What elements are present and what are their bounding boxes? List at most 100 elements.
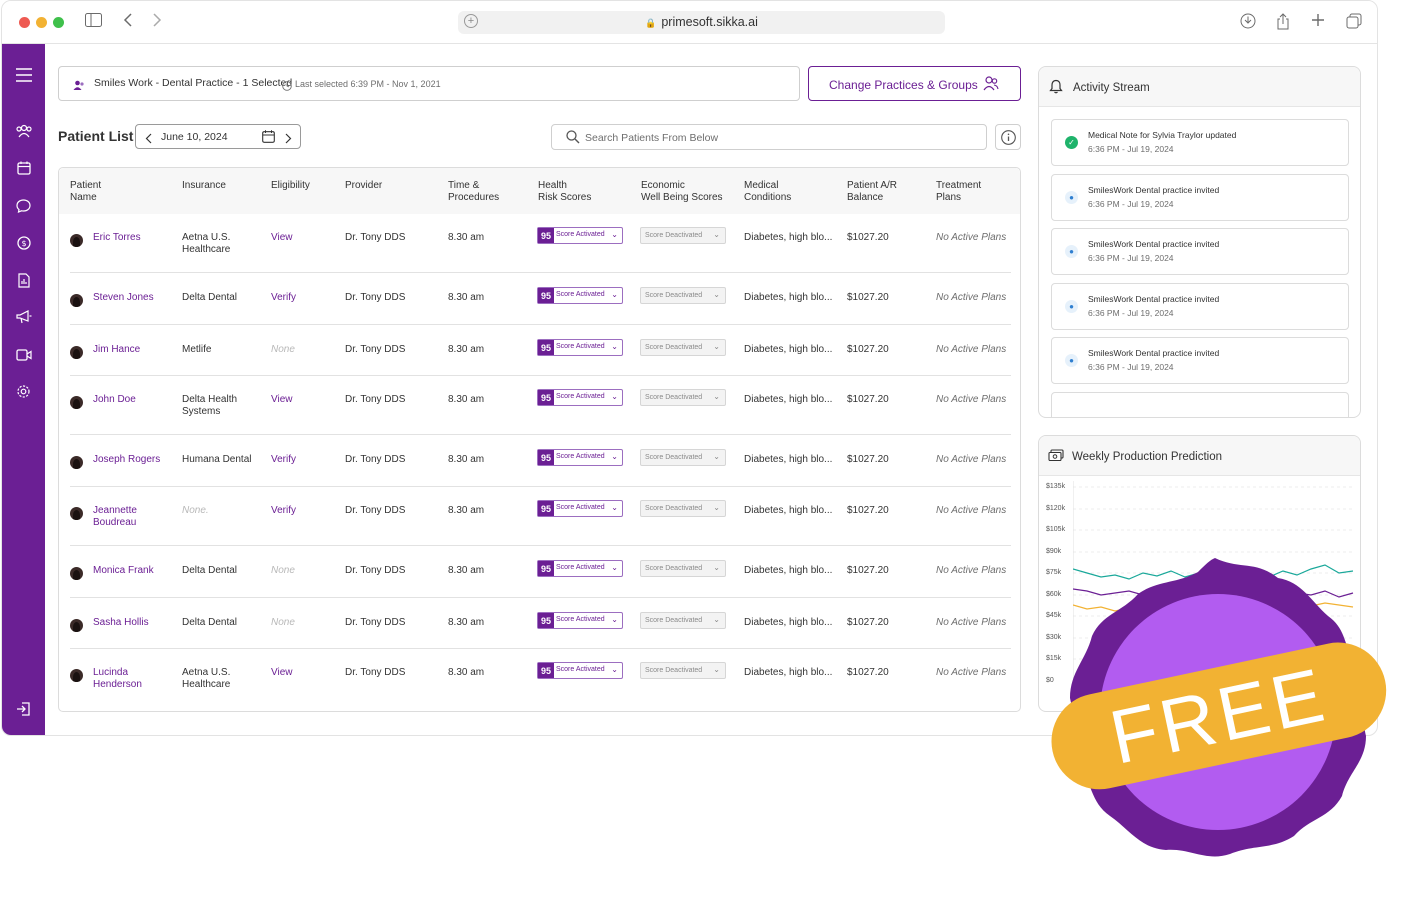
patient-name-link[interactable]: Joseph Rogers — [93, 454, 160, 466]
activity-item-partial[interactable] — [1051, 391, 1349, 417]
time-cell: 8.30 am — [448, 505, 485, 516]
health-risk-score-dropdown[interactable]: 95 Score Activated ⌄ — [537, 612, 623, 629]
info-button[interactable] — [995, 124, 1021, 150]
health-risk-score-dropdown[interactable]: 95 Score Activated ⌄ — [537, 500, 623, 517]
table-row[interactable]: Lucinda Henderson Aetna U.S. Healthcare View… — [59, 649, 1022, 709]
sidebar-toggle-icon[interactable] — [85, 13, 102, 32]
address-bar[interactable]: + 🔒 primesoft.sikka.ai — [458, 11, 945, 34]
table-row[interactable]: Monica Frank Delta Dental None Dr. Tony DDS… — [59, 546, 1022, 598]
eligibility-action[interactable]: Verify — [271, 292, 296, 304]
messages-icon[interactable] — [2, 199, 45, 218]
patient-name-link[interactable]: Jeannette Boudreau — [93, 505, 137, 529]
practice-selector[interactable]: Smiles Work - Dental Practice - 1 Select… — [58, 66, 800, 101]
eligibility-action: None — [271, 344, 295, 355]
economic-score-dropdown[interactable]: Score Deactivated ⌄ — [640, 500, 726, 517]
economic-score-dropdown[interactable]: Score Deactivated ⌄ — [640, 287, 726, 304]
calendar-picker-icon[interactable] — [262, 130, 275, 148]
table-row[interactable]: Jeannette Boudreau None. Verify Dr. Tony DDS… — [59, 487, 1022, 546]
patient-name-link[interactable]: Lucinda Henderson — [93, 667, 142, 691]
eligibility-action[interactable]: Verify — [271, 505, 296, 517]
patient-name-link[interactable]: Jim Hance — [93, 344, 140, 356]
next-day-icon[interactable] — [285, 131, 292, 149]
table-row[interactable]: Joseph Rogers Humana Dental Verify Dr. Tony… — [59, 435, 1022, 487]
economic-score-dropdown[interactable]: Score Deactivated ⌄ — [640, 449, 726, 466]
calendar-icon[interactable] — [2, 161, 45, 180]
header-provider[interactable]: Provider — [345, 180, 382, 192]
health-risk-score-dropdown[interactable]: 95 Score Activated ⌄ — [537, 389, 623, 406]
patient-name-link[interactable]: Monica Frank — [93, 565, 154, 577]
video-icon[interactable] — [2, 348, 45, 366]
header-economic-wellbeing[interactable]: Economic Well Being Scores — [641, 180, 723, 204]
patient-name-link[interactable]: John Doe — [93, 394, 136, 406]
billing-icon[interactable]: $ — [2, 236, 45, 255]
maximize-window-button[interactable] — [53, 17, 64, 28]
economic-score-dropdown[interactable]: Score Deactivated ⌄ — [640, 662, 726, 679]
tabs-overview-icon[interactable] — [1346, 13, 1362, 34]
table-row[interactable]: Sasha Hollis Delta Dental None Dr. Tony DDS… — [59, 598, 1022, 649]
table-row[interactable]: Steven Jones Delta Dental Verify Dr. Tony D… — [59, 273, 1022, 325]
economic-score-dropdown[interactable]: Score Deactivated ⌄ — [640, 612, 726, 629]
patient-name-link[interactable]: Sasha Hollis — [93, 617, 149, 629]
eligibility-action[interactable]: View — [271, 394, 293, 406]
forward-icon[interactable] — [152, 13, 162, 32]
campaigns-icon[interactable] — [2, 310, 45, 329]
balance-cell: $1027.20 — [847, 394, 889, 405]
health-risk-score-dropdown[interactable]: 95 Score Activated ⌄ — [537, 560, 623, 577]
back-icon[interactable] — [123, 13, 133, 32]
prev-day-icon[interactable] — [145, 131, 152, 149]
date-picker[interactable]: June 10, 2024 — [135, 124, 301, 149]
health-risk-score-dropdown[interactable]: 95 Score Activated ⌄ — [537, 449, 623, 466]
y-axis-tick: $120k — [1046, 504, 1066, 512]
y-axis-tick: $135k — [1046, 483, 1066, 490]
logout-icon[interactable] — [2, 702, 45, 721]
close-window-button[interactable] — [19, 17, 30, 28]
activity-item[interactable]: ● SmilesWork Dental practice invited 6:36 … — [1051, 282, 1349, 330]
eligibility-action[interactable]: Verify — [271, 454, 296, 466]
patient-name-link[interactable]: Steven Jones — [93, 292, 154, 304]
reports-icon[interactable] — [2, 273, 45, 293]
table-row[interactable]: Eric Torres Aetna U.S. Healthcare View Dr. T… — [59, 214, 1022, 273]
health-risk-score-dropdown[interactable]: 95 Score Activated ⌄ — [537, 662, 623, 679]
time-cell: 8.30 am — [448, 454, 485, 465]
activity-item[interactable]: ● SmilesWork Dental practice invited 6:36 … — [1051, 173, 1349, 221]
change-practices-button[interactable]: Change Practices & Groups — [808, 66, 1021, 101]
health-risk-score-dropdown[interactable]: 95 Score Activated ⌄ — [537, 287, 623, 304]
patient-name-link[interactable]: Eric Torres — [93, 232, 141, 244]
provider-cell: Dr. Tony DDS — [345, 454, 406, 465]
header-time-procedures[interactable]: Time & Procedures — [448, 180, 499, 204]
header-patient-name[interactable]: Patient Name — [70, 180, 101, 204]
header-ar-balance[interactable]: Patient A/R Balance — [847, 180, 897, 204]
activity-item[interactable]: ✓ Medical Note for Sylvia Traylor updated… — [1051, 119, 1349, 166]
chevron-down-icon: ⌄ — [713, 503, 720, 512]
table-row[interactable]: John Doe Delta Health Systems View Dr. Tony … — [59, 376, 1022, 435]
time-cell: 8.30 am — [448, 344, 485, 355]
header-eligibility[interactable]: Eligibility — [271, 180, 310, 192]
activity-item[interactable]: ● SmilesWork Dental practice invited 6:36 … — [1051, 337, 1349, 384]
health-risk-score-dropdown[interactable]: 95 Score Activated ⌄ — [537, 227, 623, 244]
new-tab-icon[interactable] — [1311, 13, 1325, 32]
header-treatment-plans[interactable]: Treatment Plans — [936, 180, 981, 204]
health-risk-score-dropdown[interactable]: 95 Score Activated ⌄ — [537, 339, 623, 356]
eligibility-action[interactable]: View — [271, 667, 293, 679]
eligibility-action[interactable]: View — [271, 232, 293, 244]
economic-score-dropdown[interactable]: Score Deactivated ⌄ — [640, 560, 726, 577]
header-insurance[interactable]: Insurance — [182, 180, 226, 192]
patient-search-input[interactable]: Search Patients From Below — [551, 124, 987, 150]
minimize-window-button[interactable] — [36, 17, 47, 28]
settings-gear-icon[interactable] — [2, 384, 45, 404]
economic-score-dropdown[interactable]: Score Deactivated ⌄ — [640, 389, 726, 406]
header-medical-conditions[interactable]: Medical Conditions — [744, 180, 791, 204]
insurance-cell: Delta Health Systems — [182, 394, 238, 417]
balance-cell: $1027.20 — [847, 667, 889, 678]
activity-item[interactable]: ● SmilesWork Dental practice invited 6:36 … — [1051, 228, 1349, 275]
download-icon[interactable] — [1240, 13, 1256, 34]
table-row[interactable]: Jim Hance Metlife None Dr. Tony DDS 8.30 am 9… — [59, 325, 1022, 376]
header-health-risk[interactable]: Health Risk Scores — [538, 180, 591, 204]
economic-score-dropdown[interactable]: Score Deactivated ⌄ — [640, 227, 726, 244]
search-placeholder: Search Patients From Below — [585, 132, 719, 144]
share-icon[interactable] — [1276, 13, 1290, 35]
time-cell: 8.30 am — [448, 232, 485, 243]
economic-score-dropdown[interactable]: Score Deactivated ⌄ — [640, 339, 726, 356]
patients-icon[interactable] — [2, 124, 45, 143]
menu-icon[interactable] — [2, 68, 45, 87]
